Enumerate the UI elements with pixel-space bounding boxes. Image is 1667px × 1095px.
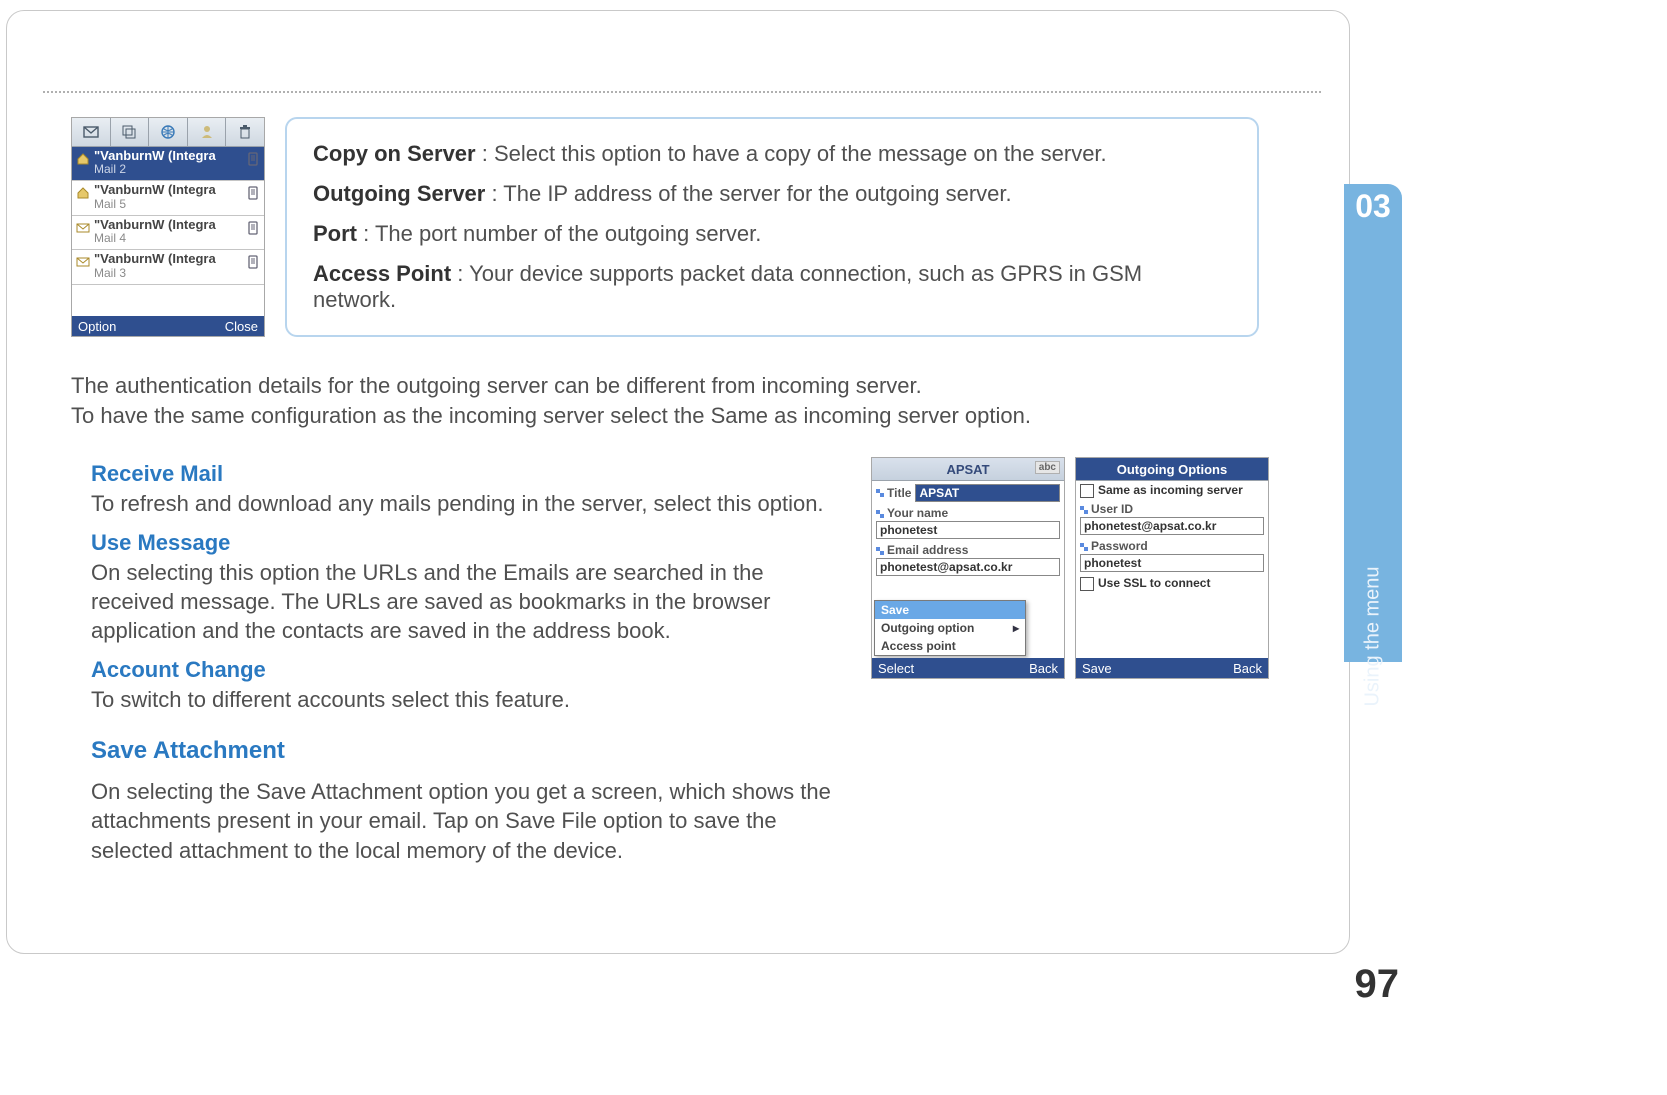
softkey-left: Select (878, 661, 914, 676)
menu-item: Save (875, 601, 1025, 619)
outgoing-softkeys: Save Back (1076, 658, 1268, 678)
callout-term: Copy on Server (313, 141, 476, 166)
outgoing-title: Outgoing Options (1117, 462, 1227, 477)
form-input: APSAT (915, 484, 1060, 502)
checkbox-label: Same as incoming server (1098, 483, 1243, 497)
section-label: Using the menu (1362, 566, 1385, 706)
callout-line: Copy on Server : Select this option to h… (313, 141, 1231, 167)
tool-person-icon (188, 118, 227, 146)
form-input: phonetest@apsat.co.kr (876, 558, 1060, 576)
feature-paragraph: To refresh and download any mails pendin… (91, 489, 831, 518)
callout-desc: : The port number of the outgoing server… (357, 221, 761, 246)
attachment-icon (246, 186, 260, 200)
callout-term: Outgoing Server (313, 181, 485, 206)
input-mode-indicator: abc (1035, 461, 1060, 474)
checkbox-row: Use SSL to connect (1076, 574, 1268, 593)
softkey-right: Close (225, 319, 258, 334)
phone-inbox-mockup: "VanburnW (IntegraMail 2"VanburnW (Integ… (71, 117, 265, 337)
apsat-softkeys: Select Back (872, 658, 1064, 678)
callout-term: Access Point (313, 261, 451, 286)
form-input: phonetest (1080, 554, 1264, 572)
tool-globe-icon (149, 118, 188, 146)
mail-subject: Mail 3 (94, 267, 242, 280)
mail-subject: Mail 4 (94, 232, 242, 245)
mail-sender: "VanburnW (Integra (94, 252, 242, 266)
tool-trash-icon (226, 118, 264, 146)
apsat-popup-menu: SaveOutgoing option▸Access point (874, 600, 1026, 656)
feature-paragraph: To switch to different accounts select t… (91, 685, 831, 714)
save-attachment-paragraph: On selecting the Save Attachment option … (91, 777, 851, 865)
checkbox-icon (1080, 577, 1094, 591)
tool-mail-icon (72, 118, 111, 146)
checkbox-icon (1080, 484, 1094, 498)
feature-heading: Account Change (91, 657, 831, 683)
attachment-icon (246, 152, 260, 166)
attachment-icon (246, 221, 260, 235)
callout-line: Outgoing Server : The IP address of the … (313, 181, 1231, 207)
callout-desc: : Select this option to have a copy of t… (476, 141, 1107, 166)
mail-sender: "VanburnW (Integra (94, 149, 242, 163)
form-row: Title APSAT (872, 481, 1064, 504)
mail-sender: "VanburnW (Integra (94, 183, 242, 197)
mail-icon (76, 255, 90, 269)
callout-term: Port (313, 221, 357, 246)
inbox-mail-item: "VanburnW (IntegraMail 3 (72, 250, 264, 284)
save-attachment-heading: Save Attachment (91, 737, 285, 765)
inbox-mail-item: "VanburnW (IntegraMail 4 (72, 216, 264, 250)
menu-item: Outgoing option▸ (875, 619, 1025, 637)
mail-subject: Mail 2 (94, 163, 242, 176)
outgoing-titlebar: Outgoing Options (1076, 458, 1268, 481)
mail-sender: "VanburnW (Integra (94, 218, 242, 232)
form-input: phonetest@apsat.co.kr (1080, 517, 1264, 535)
form-input: phonetest (876, 521, 1060, 539)
inbox-softkeys: Option Close (72, 316, 264, 336)
page: "VanburnW (IntegraMail 2"VanburnW (Integ… (0, 0, 1667, 1095)
menu-item: Access point (875, 637, 1025, 655)
form-row: Email addressphonetest@apsat.co.kr (872, 541, 1064, 578)
callout-desc: : The IP address of the server for the o… (485, 181, 1011, 206)
auth-paragraph: The authentication details for the outgo… (71, 371, 1171, 430)
content-card: "VanburnW (IntegraMail 2"VanburnW (Integ… (6, 10, 1350, 954)
softkey-right: Back (1233, 661, 1262, 676)
features-block: Receive MailTo refresh and download any … (91, 449, 831, 720)
tool-copy-icon (111, 118, 150, 146)
softkey-left: Option (78, 319, 116, 334)
form-row: Your namephonetest (872, 504, 1064, 541)
feature-heading: Use Message (91, 530, 831, 556)
home-icon (76, 186, 90, 200)
page-number: 97 (1355, 962, 1400, 1007)
callout-line: Access Point : Your device supports pack… (313, 261, 1231, 313)
phone-outgoing-mockup: Outgoing Options Same as incoming server… (1075, 457, 1269, 679)
inbox-mail-item: "VanburnW (IntegraMail 5 (72, 181, 264, 215)
callout-line: Port : The port number of the outgoing s… (313, 221, 1231, 247)
form-label: Title (876, 486, 911, 500)
mail-icon (76, 221, 90, 235)
attachment-icon (246, 255, 260, 269)
submenu-arrow-icon: ▸ (1013, 621, 1019, 635)
home-icon (76, 152, 90, 166)
softkey-right: Back (1029, 661, 1058, 676)
form-label: Email address (876, 543, 1060, 557)
checkbox-row: Same as incoming server (1076, 481, 1268, 500)
mail-subject: Mail 5 (94, 198, 242, 211)
form-row: Passwordphonetest (1076, 537, 1268, 574)
form-label: User ID (1080, 502, 1264, 516)
checkbox-label: Use SSL to connect (1098, 576, 1210, 590)
phone-toolbar (72, 118, 264, 147)
dotted-divider (43, 91, 1321, 93)
section-side-tab: 03 Using the menu (1344, 184, 1402, 662)
callout-box: Copy on Server : Select this option to h… (285, 117, 1259, 337)
apsat-title: APSAT (946, 462, 989, 477)
feature-paragraph: On selecting this option the URLs and th… (91, 558, 831, 645)
form-label: Password (1080, 539, 1264, 553)
section-number: 03 (1344, 188, 1402, 225)
softkey-left: Save (1082, 661, 1112, 676)
form-row: User IDphonetest@apsat.co.kr (1076, 500, 1268, 537)
inbox-mail-item: "VanburnW (IntegraMail 2 (72, 147, 264, 181)
feature-heading: Receive Mail (91, 461, 831, 487)
form-label: Your name (876, 506, 1060, 520)
phone-apsat-mockup: APSAT abc TitleAPSATYour namephonetestEm… (871, 457, 1065, 679)
apsat-titlebar: APSAT abc (872, 458, 1064, 481)
